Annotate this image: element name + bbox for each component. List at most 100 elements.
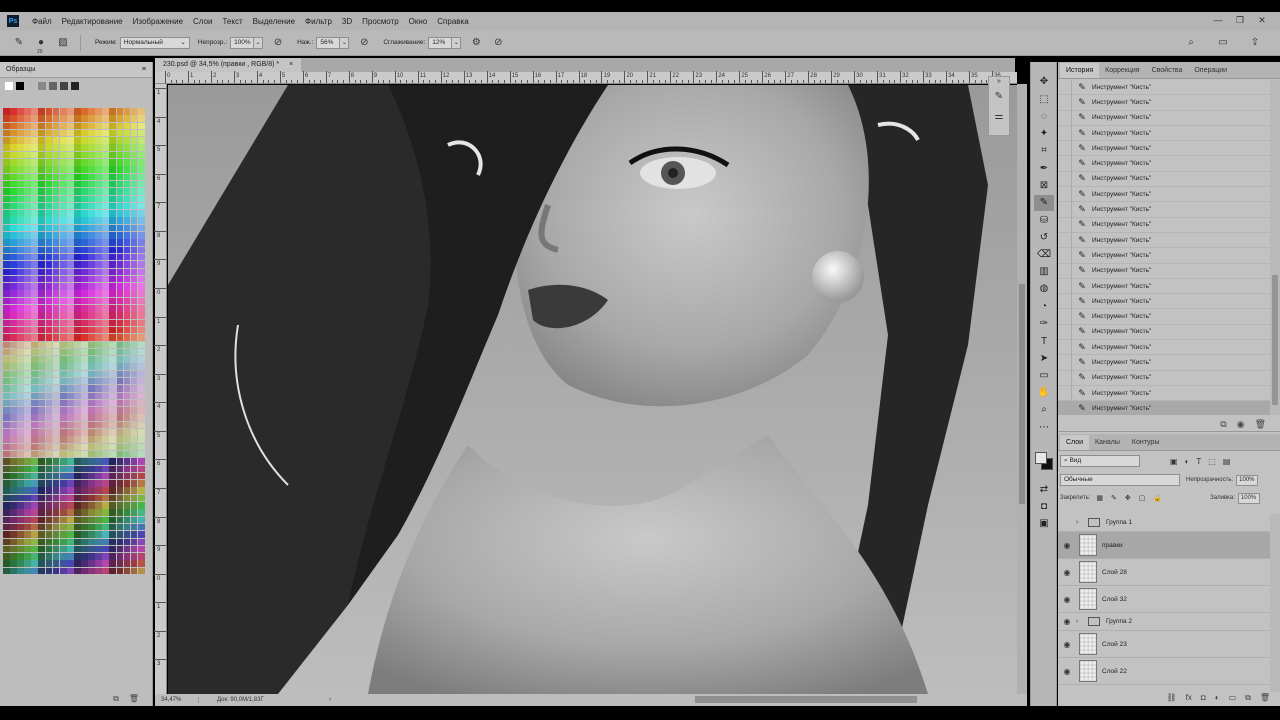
swatch[interactable] bbox=[95, 392, 103, 400]
swatch[interactable] bbox=[73, 115, 81, 122]
swatch[interactable] bbox=[81, 429, 88, 436]
swatch[interactable] bbox=[17, 290, 24, 297]
swatch[interactable] bbox=[123, 407, 131, 414]
swatch[interactable] bbox=[3, 151, 10, 159]
swatch[interactable] bbox=[130, 370, 138, 378]
swatch[interactable] bbox=[116, 180, 124, 188]
swatch[interactable] bbox=[95, 151, 103, 159]
swatch[interactable] bbox=[59, 268, 67, 276]
swatch[interactable] bbox=[52, 450, 60, 458]
swatch[interactable] bbox=[17, 399, 24, 407]
lasso-icon[interactable]: ◌ bbox=[1034, 109, 1054, 125]
swatch[interactable] bbox=[73, 261, 81, 268]
swatch[interactable] bbox=[73, 195, 81, 203]
swatch[interactable] bbox=[102, 334, 110, 341]
swatch[interactable] bbox=[73, 545, 81, 553]
swatch[interactable] bbox=[66, 144, 74, 151]
swatch[interactable] bbox=[81, 414, 88, 421]
swatch[interactable] bbox=[73, 232, 81, 239]
swatch[interactable] bbox=[102, 305, 110, 312]
swatch[interactable] bbox=[45, 312, 53, 319]
swatch[interactable] bbox=[31, 188, 39, 195]
swatch[interactable] bbox=[116, 436, 124, 443]
pixel-filter-icon[interactable]: ▣ bbox=[1170, 457, 1178, 466]
swatch[interactable] bbox=[31, 545, 39, 553]
swatch[interactable] bbox=[109, 531, 117, 538]
swatch[interactable] bbox=[3, 363, 10, 370]
swatch[interactable] bbox=[73, 151, 81, 159]
menu-window[interactable]: Окно bbox=[404, 17, 433, 26]
swatch[interactable] bbox=[109, 180, 117, 188]
swatch[interactable] bbox=[17, 334, 24, 341]
swatch[interactable] bbox=[3, 370, 10, 378]
swatch[interactable] bbox=[66, 553, 74, 560]
swatch[interactable] bbox=[52, 137, 60, 144]
swatch[interactable] bbox=[73, 319, 81, 327]
swatch[interactable] bbox=[73, 429, 81, 436]
swatch[interactable] bbox=[102, 436, 110, 443]
history-item[interactable]: ✎ Инструмент "Кисть" bbox=[1058, 217, 1270, 233]
swatch[interactable] bbox=[10, 443, 17, 451]
swatch[interactable] bbox=[102, 465, 110, 473]
swatch[interactable] bbox=[45, 545, 53, 553]
swatch[interactable] bbox=[52, 268, 60, 276]
swatch[interactable] bbox=[59, 326, 67, 334]
swatch[interactable] bbox=[45, 297, 53, 305]
chevron-down-icon[interactable]: ⌄ bbox=[254, 36, 264, 49]
swatch[interactable] bbox=[123, 268, 131, 276]
swatch[interactable] bbox=[73, 377, 81, 385]
swatch[interactable] bbox=[88, 545, 95, 553]
swatch[interactable] bbox=[59, 523, 67, 531]
swatch[interactable] bbox=[31, 348, 39, 356]
swatch[interactable] bbox=[102, 283, 110, 290]
swatch[interactable] bbox=[66, 421, 74, 429]
chevron-right-icon[interactable]: › bbox=[1076, 618, 1086, 625]
visibility-eye-icon[interactable]: ◉ bbox=[1058, 667, 1076, 676]
swatch[interactable] bbox=[73, 159, 81, 166]
swatch[interactable] bbox=[137, 246, 145, 254]
swatch[interactable] bbox=[3, 326, 10, 334]
swatch[interactable] bbox=[24, 458, 32, 465]
swatch[interactable] bbox=[31, 224, 39, 232]
swatch[interactable] bbox=[3, 429, 10, 436]
swatch[interactable] bbox=[59, 421, 67, 429]
swatch[interactable] bbox=[31, 356, 39, 363]
swatch[interactable] bbox=[137, 312, 145, 319]
swatch[interactable] bbox=[73, 290, 81, 297]
swatch[interactable] bbox=[10, 180, 17, 188]
swatch[interactable] bbox=[66, 210, 74, 217]
swatch[interactable] bbox=[31, 151, 39, 159]
swatch[interactable] bbox=[88, 326, 95, 334]
swatch[interactable] bbox=[10, 509, 17, 516]
swatch[interactable] bbox=[17, 545, 24, 553]
swatch[interactable] bbox=[10, 283, 17, 290]
swatch[interactable] bbox=[59, 553, 67, 560]
swatch[interactable] bbox=[52, 399, 60, 407]
swatch[interactable] bbox=[123, 370, 131, 378]
swatch[interactable] bbox=[81, 502, 88, 509]
minimize-button[interactable]: — bbox=[1212, 14, 1224, 26]
swatch[interactable] bbox=[59, 407, 67, 414]
swatch[interactable] bbox=[81, 275, 88, 283]
swatch[interactable] bbox=[109, 151, 117, 159]
swatch[interactable] bbox=[31, 275, 39, 283]
history-item[interactable]: ✎ Инструмент "Кисть" bbox=[1058, 110, 1270, 126]
swatch[interactable] bbox=[123, 129, 131, 137]
swatch[interactable] bbox=[137, 567, 145, 575]
swatch[interactable] bbox=[109, 553, 117, 560]
scroll-thumb[interactable] bbox=[1019, 284, 1025, 504]
layer-group[interactable]: ◉ › Группа 2 bbox=[1058, 613, 1270, 631]
history-snapshot-checkbox[interactable] bbox=[1058, 309, 1072, 325]
swatch[interactable] bbox=[24, 450, 32, 458]
swatch[interactable] bbox=[3, 290, 10, 297]
swatch[interactable] bbox=[24, 108, 32, 115]
swatch[interactable] bbox=[3, 180, 10, 188]
swatch[interactable] bbox=[17, 458, 24, 465]
swatch[interactable] bbox=[95, 385, 103, 392]
swatch[interactable] bbox=[31, 166, 39, 173]
swatch[interactable] bbox=[38, 392, 46, 400]
swatch[interactable] bbox=[66, 239, 74, 246]
history-scrollbar[interactable] bbox=[1270, 80, 1280, 415]
swatch[interactable] bbox=[38, 487, 46, 494]
swatch[interactable] bbox=[31, 115, 39, 122]
